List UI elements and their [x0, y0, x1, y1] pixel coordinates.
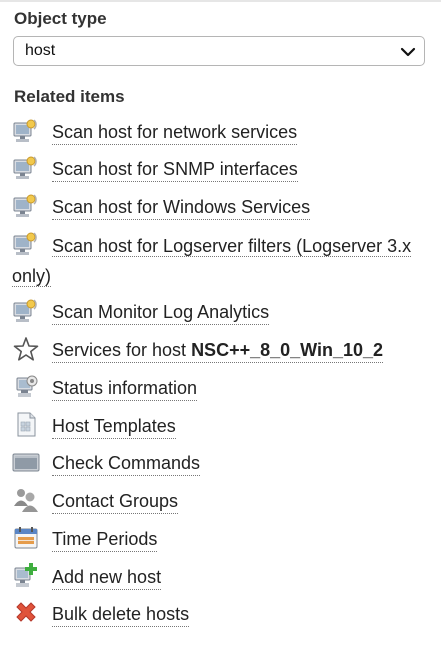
link-label: Host Templates — [52, 414, 176, 439]
calendar-icon — [14, 527, 38, 549]
link-label: Scan host for Windows Services — [52, 195, 311, 220]
terminal-icon — [12, 453, 40, 472]
link-label: Scan host for SNMP interfaces — [52, 157, 298, 182]
link-label: Time Periods — [52, 527, 158, 552]
network-scan-icon — [13, 156, 37, 179]
delete-icon — [16, 602, 36, 622]
contact-group-icon — [14, 489, 38, 512]
link-label: Services for host NSC++_8_0_Win_10_2 — [52, 338, 384, 363]
link-label: Scan Monitor Log Analytics — [52, 300, 270, 325]
related-items-heading: Related items — [14, 87, 125, 106]
status-info-icon — [16, 375, 38, 397]
object-type-selected-value: host — [25, 42, 56, 59]
document-icon — [17, 412, 36, 437]
object-type-heading: Object type — [14, 9, 107, 28]
add-host-icon — [14, 563, 37, 587]
link-label: Contact Groups — [52, 489, 179, 514]
link-label: Status information — [52, 376, 198, 401]
top-divider — [0, 0, 441, 2]
chevron-down-icon — [400, 47, 416, 57]
link-scan-logserver-filters[interactable]: Scan host for Logserver filters (Logserv… — [12, 228, 430, 288]
host-name: NSC++_8_0_Win_10_2 — [191, 340, 384, 360]
link-label: Scan host for network services — [52, 120, 298, 145]
network-scan-icon — [13, 194, 37, 217]
network-scan-icon — [13, 119, 37, 142]
link-label: Add new host — [52, 565, 162, 590]
object-type-select[interactable]: host — [13, 36, 425, 66]
link-label: Scan host for Logserver filters (Logserv… — [12, 236, 412, 287]
network-scan-icon — [13, 299, 37, 322]
star-icon — [13, 337, 39, 361]
link-label: Bulk delete hosts — [52, 602, 190, 627]
link-label: Check Commands — [52, 451, 201, 476]
